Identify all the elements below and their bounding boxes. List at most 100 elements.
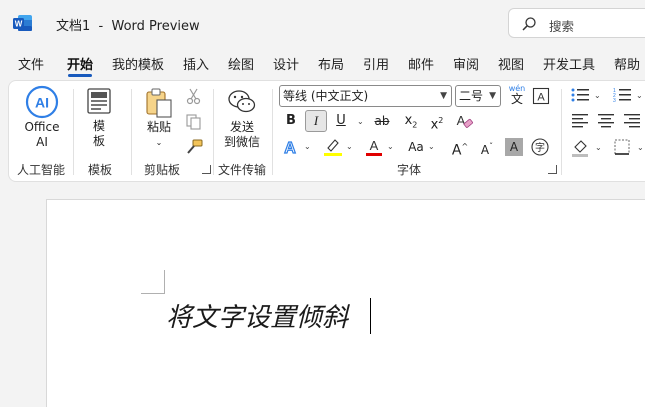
align-center-icon[interactable] xyxy=(597,112,615,128)
tab-insert[interactable]: 插入 xyxy=(183,54,209,73)
character-shading-icon[interactable]: A xyxy=(505,138,523,156)
group-separator xyxy=(131,89,132,175)
office-ai-label-2: AI xyxy=(36,135,48,149)
search-icon xyxy=(522,17,536,31)
paste-icon xyxy=(146,88,172,118)
chevron-down-icon[interactable]: ⌄ xyxy=(428,142,435,151)
group-label-ai: 人工智能 xyxy=(17,163,66,177)
group-separator xyxy=(213,89,214,175)
wechat-icon xyxy=(228,90,256,113)
chevron-down-icon: ▼ xyxy=(440,91,447,101)
svg-text:AI: AI xyxy=(35,95,49,111)
office-ai-button[interactable]: AI Office AI xyxy=(16,85,68,150)
enclose-characters-icon[interactable]: 字 xyxy=(530,137,550,157)
group-separator xyxy=(561,89,562,175)
chevron-down-icon[interactable]: ⌄ xyxy=(594,91,601,100)
group-label-template: 模板 xyxy=(88,163,113,177)
send-to-wechat-button[interactable]: 发送 到微信 xyxy=(218,87,266,150)
font-color-icon[interactable]: A xyxy=(364,137,384,157)
grow-font-button[interactable]: A^ xyxy=(449,136,471,159)
group-separator xyxy=(73,89,74,175)
tab-layout[interactable]: 布局 xyxy=(318,54,344,73)
text-cursor xyxy=(370,298,371,334)
tab-help[interactable]: 帮助 xyxy=(614,54,640,73)
office-ai-label-1: Office xyxy=(24,120,60,134)
office-ai-icon: AI xyxy=(25,85,59,119)
align-left-icon[interactable] xyxy=(571,112,589,128)
group-label-clipboard: 剪贴板 xyxy=(144,163,181,177)
chevron-down-icon[interactable]: ⌄ xyxy=(595,143,602,152)
caret-down-icon: ˇ xyxy=(489,142,494,151)
character-border-icon[interactable]: A xyxy=(532,87,550,105)
tab-view[interactable]: 视图 xyxy=(498,54,524,73)
margin-crop-mark xyxy=(141,293,165,294)
tab-developer[interactable]: 开发工具 xyxy=(543,54,595,73)
tab-my-templates[interactable]: 我的模板 xyxy=(112,54,164,73)
tab-design[interactable]: 设计 xyxy=(273,54,299,73)
font-launcher-icon[interactable] xyxy=(548,165,557,174)
underline-button[interactable]: U xyxy=(330,110,352,132)
tab-draw[interactable]: 绘图 xyxy=(228,54,254,73)
shading-icon[interactable] xyxy=(571,138,591,158)
phonetic-guide-button[interactable]: wén 文 xyxy=(508,84,526,108)
clipboard-launcher-icon[interactable] xyxy=(202,165,211,174)
search-input[interactable]: 搜索 xyxy=(508,8,645,38)
align-right-icon[interactable] xyxy=(623,112,641,128)
chevron-down-icon[interactable]: ⌄ xyxy=(636,91,643,100)
paste-label: 粘贴 xyxy=(146,120,171,134)
template-label-2: 板 xyxy=(92,134,105,148)
highlight-color-icon[interactable] xyxy=(323,137,343,157)
cut-icon[interactable] xyxy=(185,87,203,105)
chevron-down-icon[interactable]: ⌄ xyxy=(637,143,644,152)
superscript-button[interactable]: x2 xyxy=(426,110,448,132)
chevron-down-icon[interactable]: ⌄ xyxy=(387,142,394,151)
chevron-down-icon: ▼ xyxy=(489,91,496,101)
chevron-down-icon[interactable]: ⌄ xyxy=(304,142,311,151)
svg-text:W: W xyxy=(15,20,23,29)
svg-text:A: A xyxy=(370,138,379,153)
template-label-1: 模 xyxy=(92,119,105,133)
italic-button[interactable]: I xyxy=(305,110,327,132)
svg-text:A: A xyxy=(457,113,466,128)
subscript-mark: 2 xyxy=(412,120,418,130)
svg-text:3: 3 xyxy=(613,98,616,104)
ribbon-tabs: 文件 开始 我的模板 插入 绘图 设计 布局 引用 邮件 审阅 视图 开发工具 … xyxy=(0,52,645,77)
document-text[interactable]: 将文字设置倾斜 xyxy=(166,297,348,334)
bullets-icon[interactable] xyxy=(570,86,590,104)
numbering-icon[interactable]: 1 2 3 xyxy=(612,86,632,104)
active-tab-indicator xyxy=(68,74,92,77)
shrink-font-button[interactable]: Aˇ xyxy=(476,136,498,158)
chevron-down-icon[interactable]: ⌄ xyxy=(346,142,353,151)
format-painter-icon[interactable] xyxy=(184,138,204,156)
text-effects-icon[interactable]: A xyxy=(281,137,301,157)
send-label-2: 到微信 xyxy=(223,135,260,149)
margin-crop-mark xyxy=(164,270,165,294)
svg-text:字: 字 xyxy=(535,141,545,154)
chevron-down-icon[interactable]: ⌄ xyxy=(357,117,364,126)
clear-formatting-icon[interactable]: A xyxy=(454,111,474,131)
svg-text:A: A xyxy=(284,140,296,157)
subscript-button[interactable]: x2 xyxy=(400,110,422,132)
paste-button[interactable]: 粘贴 ⌄ xyxy=(140,87,178,150)
tab-review[interactable]: 审阅 xyxy=(453,54,479,73)
template-button[interactable]: 模 板 xyxy=(79,87,119,149)
font-name-dropdown[interactable]: 等线 (中文正文) ▼ xyxy=(279,85,452,107)
copy-icon[interactable] xyxy=(185,113,203,131)
group-separator xyxy=(272,89,273,175)
strikethrough-button[interactable]: ab xyxy=(371,110,393,132)
tab-file[interactable]: 文件 xyxy=(18,54,44,73)
superscript-mark: 2 xyxy=(438,116,444,125)
tab-references[interactable]: 引用 xyxy=(363,54,389,73)
shrink-font-label: A xyxy=(480,143,490,157)
tab-home[interactable]: 开始 xyxy=(67,54,93,73)
tab-mailings[interactable]: 邮件 xyxy=(408,54,434,73)
caret-up-icon: ^ xyxy=(461,142,469,151)
search-placeholder: 搜索 xyxy=(549,19,575,34)
font-size-dropdown[interactable]: 二号 ▼ xyxy=(455,85,501,107)
phonetic-char: 文 xyxy=(510,92,523,106)
change-case-button[interactable]: Aa xyxy=(403,136,429,158)
bold-button[interactable]: B xyxy=(280,110,302,132)
paste-chevron-icon: ⌄ xyxy=(155,138,163,147)
borders-icon[interactable] xyxy=(613,138,631,156)
window-title: 文档1 - Word Preview xyxy=(56,19,200,34)
